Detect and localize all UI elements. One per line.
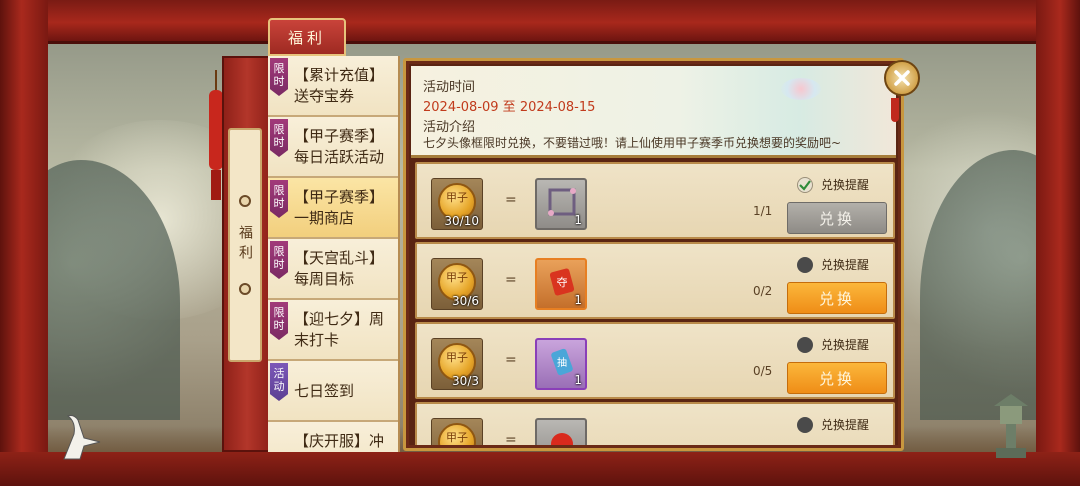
- menu-item-label: 【甲子赛季】一期商店: [294, 188, 385, 227]
- tassel-ornament: [891, 98, 899, 122]
- reward-slot[interactable]: 1: [535, 178, 587, 230]
- cost-slot[interactable]: 甲子 30/10: [431, 178, 483, 230]
- menu-item-season-shop[interactable]: 限时 【甲子赛季】一期商店: [268, 178, 398, 239]
- event-intro-label: 活动介绍: [423, 120, 476, 135]
- menu-item-daily-activity[interactable]: 限时 【甲子赛季】每日活跃活动: [268, 117, 398, 178]
- exchange-reminder-toggle[interactable]: 兑换提醒: [797, 256, 869, 273]
- stone-lantern-icon: [994, 394, 1028, 458]
- exchange-panel: 活动时间 2024-08-09 至 2024-08-15 活动介绍 七夕头像框限…: [403, 58, 904, 451]
- limited-time-badge: 限时: [270, 241, 288, 279]
- svg-text:抽: 抽: [557, 356, 567, 369]
- reward-count: 1: [574, 373, 582, 387]
- cost-count: 30/10: [444, 214, 479, 228]
- menu-item-weekend-checkin[interactable]: 限时 【迎七夕】周末打卡: [268, 300, 398, 361]
- avatar-frame-icon: [548, 188, 576, 216]
- exchange-button[interactable]: 兑换: [787, 202, 887, 234]
- exchange-progress: 0/2: [753, 284, 773, 298]
- menu-item-label: 【迎七夕】周末打卡: [294, 310, 385, 349]
- exchange-button[interactable]: 兑换: [787, 362, 887, 394]
- exchange-row: 甲子 30/3 = 抽 1 0/5 兑换提醒 兑换: [415, 322, 895, 399]
- equals-sign: =: [505, 272, 517, 288]
- checkbox-checked-icon[interactable]: [797, 176, 813, 193]
- seize-treasure-ticket-icon: 夺: [549, 268, 575, 296]
- exchange-progress: 0/5: [753, 364, 773, 378]
- event-menu-list: 限时 【累计充值】送夺宝券 限时 【甲子赛季】每日活跃活动 限时 【甲子赛季】一…: [268, 56, 400, 452]
- checkbox-unchecked-icon[interactable]: [797, 416, 813, 433]
- checkbox-unchecked-icon[interactable]: [797, 336, 813, 353]
- stage-left-pillar: [0, 0, 48, 486]
- cost-slot[interactable]: 甲子 30/3: [431, 338, 483, 390]
- limited-time-badge: 限时: [270, 302, 288, 340]
- exchange-reminder-toggle[interactable]: 兑换提醒: [797, 336, 869, 353]
- red-envelope-icon: [551, 433, 573, 445]
- close-icon: [894, 70, 910, 86]
- event-time-range: 2024-08-09 至 2024-08-15: [423, 100, 596, 115]
- menu-item-label: 【甲子赛季】每日活跃活动: [294, 127, 385, 166]
- close-button[interactable]: [884, 60, 920, 96]
- reminder-label: 兑换提醒: [821, 258, 870, 272]
- menu-item-server-launch[interactable]: 【庆开服】冲: [268, 422, 398, 452]
- menu-item-label: 七日签到: [294, 382, 355, 400]
- svg-text:夺: 夺: [557, 276, 568, 289]
- exchange-panel-body: 活动时间 2024-08-09 至 2024-08-15 活动介绍 七夕头像框限…: [409, 64, 898, 445]
- knot-ornament-icon: [239, 195, 251, 207]
- reward-slot[interactable]: [535, 418, 587, 445]
- reminder-label: 兑换提醒: [821, 178, 870, 192]
- cost-slot[interactable]: 甲子: [431, 418, 483, 445]
- equals-sign: =: [505, 352, 517, 368]
- side-category-card[interactable]: 福利: [228, 128, 262, 362]
- equals-sign: =: [505, 192, 517, 208]
- crane-icon: [63, 415, 101, 460]
- event-time-label: 活动时间: [423, 80, 476, 95]
- reminder-label: 兑换提醒: [821, 418, 870, 432]
- exchange-row: 甲子 30/10 = 1 1/1 兑换提醒 兑换: [415, 162, 895, 239]
- exchange-list: 甲子 30/10 = 1 1/1 兑换提醒 兑换 甲子 30/6 = 夺 1 0…: [415, 162, 895, 445]
- tab-welfare[interactable]: 福利: [268, 18, 346, 56]
- stage-right-pillar: [1036, 0, 1080, 486]
- exchange-row: 甲子 30/6 = 夺 1 0/2 兑换提醒 兑换: [415, 242, 895, 319]
- scroll-ticket-icon: 抽: [551, 348, 573, 376]
- equals-sign: =: [505, 432, 517, 445]
- limited-time-badge: 限时: [270, 58, 288, 96]
- menu-item-seven-day-signin[interactable]: 活动 七日签到: [268, 361, 398, 422]
- event-intro-text: 七夕头像框限时兑换，不要错过哦！请上仙使用甲子赛季币兑换想要的奖励吧~: [423, 136, 842, 150]
- exchange-row: 甲子 = 兑换提醒: [415, 402, 895, 445]
- reward-count: 1: [574, 213, 582, 227]
- knot-ornament-icon: [239, 283, 251, 295]
- reward-slot[interactable]: 夺 1: [535, 258, 587, 310]
- side-category-label: 福利: [237, 225, 253, 265]
- limited-time-badge: 限时: [270, 119, 288, 157]
- cost-count: 30/3: [452, 374, 479, 388]
- menu-item-label: 【累计充值】送夺宝券: [294, 66, 385, 105]
- exchange-button[interactable]: 兑换: [787, 282, 887, 314]
- stage-bottom-beam: [0, 452, 1080, 486]
- exchange-reminder-toggle[interactable]: 兑换提醒: [797, 416, 869, 433]
- reminder-label: 兑换提醒: [821, 338, 870, 352]
- limited-time-badge: 限时: [270, 180, 288, 218]
- stage-top-beam: [0, 0, 1080, 44]
- exchange-progress: 1/1: [753, 204, 773, 218]
- menu-item-weekly-goals[interactable]: 限时 【天宫乱斗】每周目标: [268, 239, 398, 300]
- cost-count: 30/6: [452, 294, 479, 308]
- jiazi-season-coin-icon: 甲子: [438, 423, 476, 445]
- menu-item-label: 【天宫乱斗】每周目标: [294, 249, 385, 288]
- auspicious-cloud-icon: [781, 78, 821, 100]
- reward-slot[interactable]: 抽 1: [535, 338, 587, 390]
- menu-item-label: 【庆开服】冲: [294, 432, 385, 450]
- cost-slot[interactable]: 甲子 30/6: [431, 258, 483, 310]
- event-info-banner: 活动时间 2024-08-09 至 2024-08-15 活动介绍 七夕头像框限…: [411, 66, 896, 158]
- event-badge: 活动: [270, 363, 288, 401]
- checkbox-unchecked-icon[interactable]: [797, 256, 813, 273]
- menu-item-cumulative-recharge[interactable]: 限时 【累计充值】送夺宝券: [268, 56, 398, 117]
- reward-count: 1: [574, 293, 582, 307]
- exchange-reminder-toggle[interactable]: 兑换提醒: [797, 176, 869, 193]
